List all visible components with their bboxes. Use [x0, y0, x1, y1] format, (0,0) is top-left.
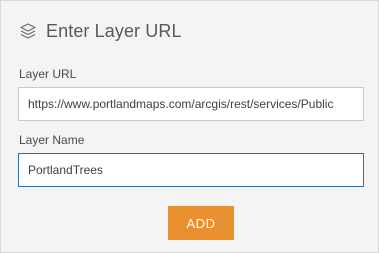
layer-name-input[interactable] [18, 153, 364, 187]
layer-name-label: Layer Name [19, 133, 85, 147]
enter-layer-url-panel: Enter Layer URL Layer URL Layer Name ADD [0, 0, 379, 253]
panel-header: Enter Layer URL [19, 19, 182, 43]
layer-url-input[interactable] [18, 87, 364, 121]
layers-icon [19, 22, 37, 40]
panel-title: Enter Layer URL [46, 20, 182, 41]
layer-url-label: Layer URL [19, 67, 77, 81]
add-button[interactable]: ADD [168, 206, 234, 240]
